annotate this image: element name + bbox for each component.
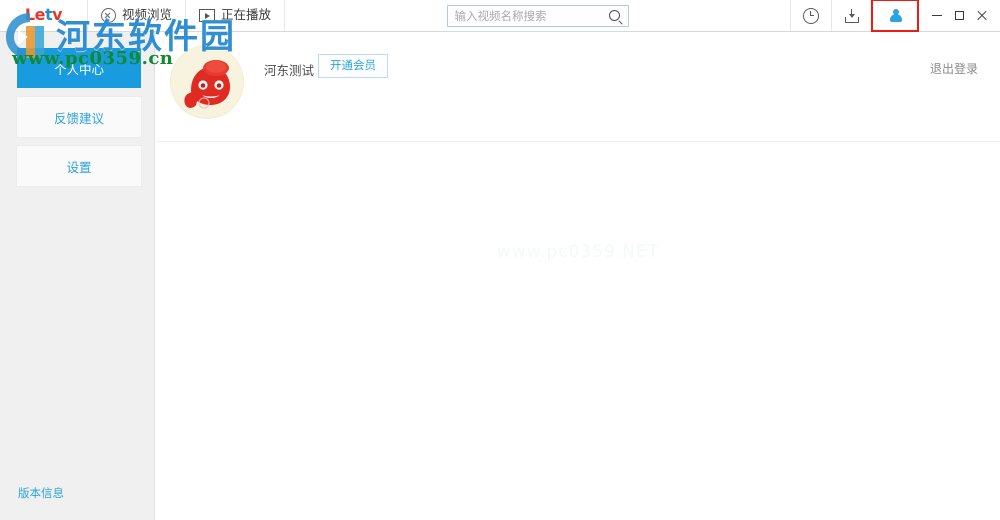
app-logo: Letv: [0, 0, 88, 31]
sidebar: 个人中心 反馈建议 设置 版本信息: [0, 32, 155, 520]
maximize-button[interactable]: [948, 0, 970, 31]
app-window: Letv 视频浏览 正在播放 输入视频名称搜索 个人中心 反馈建议 设置 版本信…: [0, 0, 1000, 520]
nav-item-now-playing-label: 正在播放: [221, 7, 272, 23]
version-info-link[interactable]: 版本信息: [18, 485, 64, 501]
download-icon: [845, 8, 859, 23]
play-box-icon: [199, 9, 216, 22]
search-box[interactable]: [446, 4, 629, 27]
sidebar-item-personal-center-label: 个人中心: [53, 61, 104, 77]
sidebar-item-settings-label: 设置: [66, 159, 92, 175]
sidebar-item-settings[interactable]: 设置: [17, 146, 141, 186]
close-button[interactable]: [970, 0, 992, 31]
circle-x-icon: [101, 8, 116, 23]
sidebar-item-personal-center[interactable]: 个人中心: [17, 48, 141, 88]
user-account-button[interactable]: [871, 0, 919, 32]
user-account-icon: [888, 8, 903, 23]
sidebar-item-feedback-label: 反馈建议: [53, 110, 104, 126]
avatar[interactable]: [171, 46, 243, 118]
main-content: 河东测试 开通会员 退出登录 www.pc0359.NET: [156, 32, 1000, 520]
nav-item-video-browse[interactable]: 视频浏览: [88, 0, 187, 31]
window-controls: [918, 0, 1000, 31]
header-spacer-left: [285, 0, 446, 31]
download-button[interactable]: [831, 0, 872, 31]
search-icon: [609, 10, 621, 21]
avatar-image: [171, 46, 243, 118]
minimize-button[interactable]: [926, 0, 948, 31]
close-icon: [976, 10, 987, 21]
header-spacer-right: [629, 0, 790, 31]
sidebar-item-feedback[interactable]: 反馈建议: [17, 97, 141, 137]
history-clock-icon: [803, 7, 819, 24]
profile-header: 河东测试 开通会员 退出登录: [156, 32, 1000, 142]
toolbar: [790, 0, 919, 32]
center-watermark-text: www.pc0359.NET: [496, 242, 660, 262]
maximize-icon: [954, 11, 964, 20]
username-label: 河东测试: [264, 63, 315, 78]
minimize-icon: [932, 14, 942, 17]
search-button[interactable]: [604, 6, 626, 26]
activate-vip-button[interactable]: 开通会员: [318, 54, 388, 78]
logout-link[interactable]: 退出登录: [930, 60, 978, 77]
nav-item-video-browse-label: 视频浏览: [122, 7, 173, 23]
letv-logo-text: Letv: [24, 5, 63, 24]
nav-item-now-playing[interactable]: 正在播放: [186, 0, 286, 31]
title-bar: Letv 视频浏览 正在播放: [0, 0, 1000, 32]
search-input[interactable]: [454, 6, 604, 25]
history-button[interactable]: [790, 0, 831, 31]
